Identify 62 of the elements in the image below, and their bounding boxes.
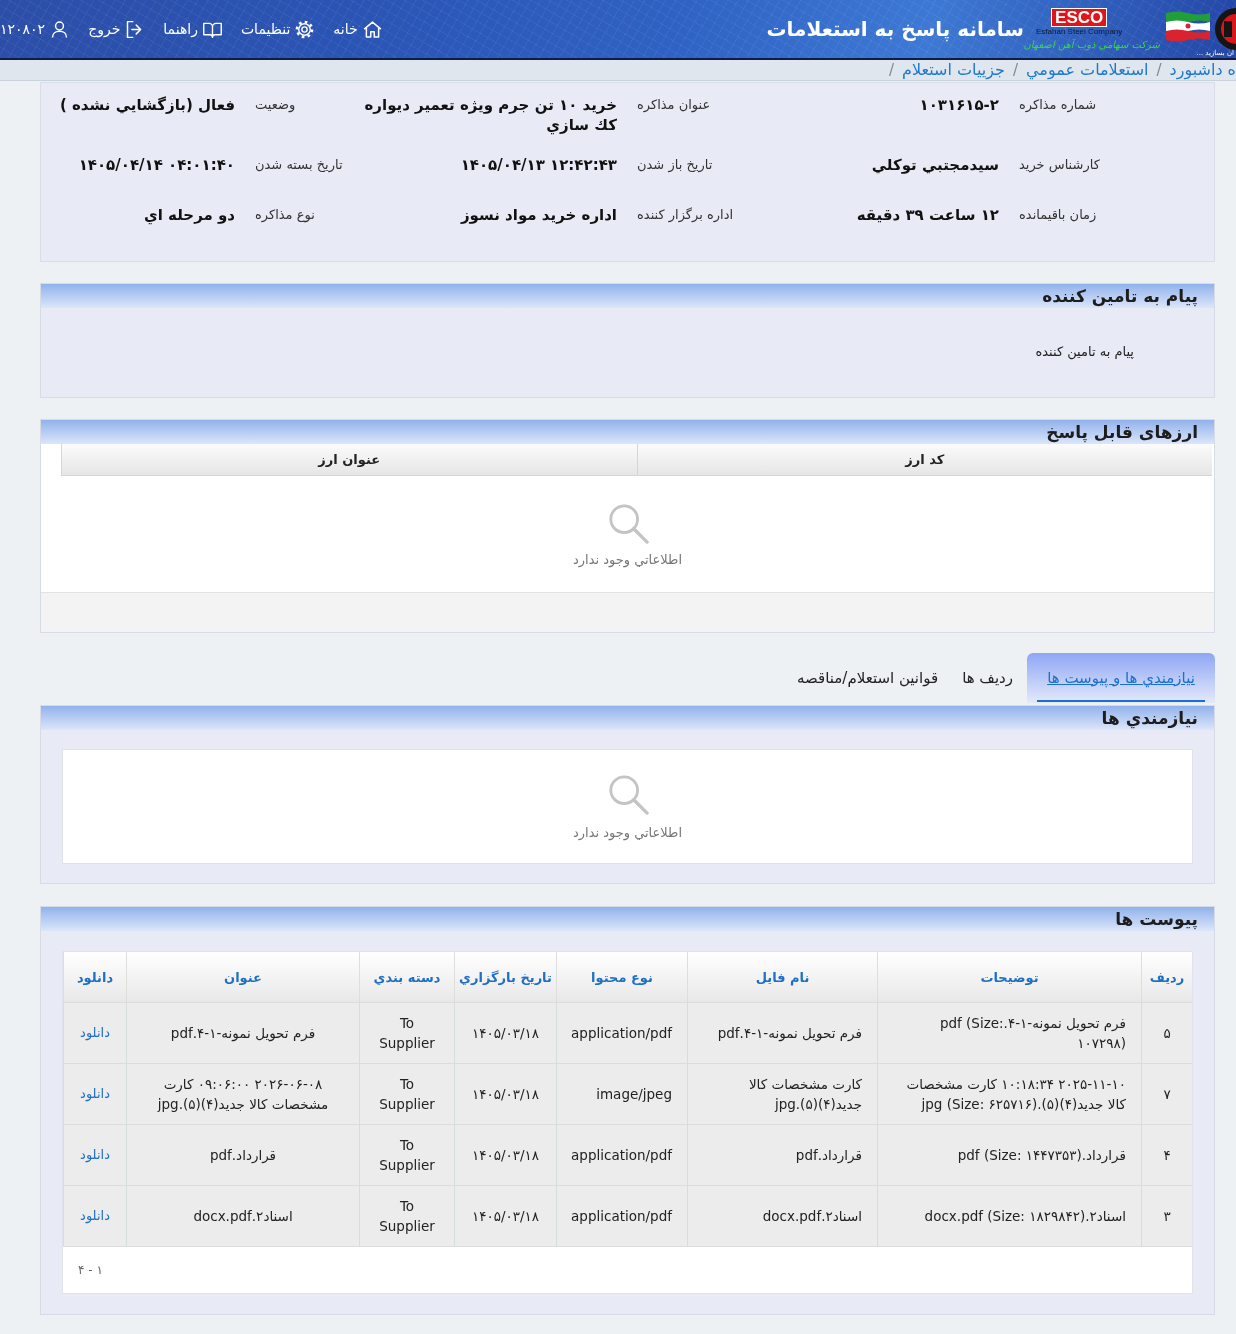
field-label: كارشناس خريد bbox=[1019, 156, 1101, 175]
table-cell: To Supplier bbox=[359, 1186, 454, 1246]
tab[interactable]: قوانين استعلام/مناقصه bbox=[787, 653, 949, 703]
settings-link[interactable]: تنظيمات bbox=[240, 18, 316, 40]
tab[interactable]: رديف ها bbox=[952, 653, 1023, 703]
message-text: پيام به تامين كننده bbox=[1035, 344, 1134, 359]
logout-link[interactable]: خروج bbox=[88, 18, 146, 40]
download-link[interactable]: دانلود bbox=[80, 1023, 110, 1043]
home-link[interactable]: خانه bbox=[333, 18, 383, 40]
download-link[interactable]: دانلود bbox=[80, 1084, 110, 1104]
panel-title: نيازمندي ها bbox=[1101, 708, 1198, 728]
table-cell: اسناد۲.docx.pdf (Size: ۱۸۲۹۸۴۲) bbox=[877, 1186, 1141, 1246]
breadcrumb-link[interactable]: جزييات استعلام bbox=[902, 60, 1005, 80]
field-value: ۱۰۳۱۶۱۵-۲ bbox=[918, 95, 999, 115]
settings-icon bbox=[294, 18, 316, 40]
user-account[interactable]: ۱۲۰۸۰۲ bbox=[0, 18, 71, 40]
download-link[interactable]: دانلود bbox=[80, 1145, 110, 1165]
column-header: كد ارز bbox=[636, 444, 1212, 475]
table-cell: اسناد۲.docx.pdf bbox=[687, 1186, 877, 1246]
empty-message: اطلاعاتي وجود ندارد bbox=[572, 551, 683, 567]
breadcrumb-separator: / bbox=[1156, 60, 1162, 80]
guide-link[interactable]: راهنما bbox=[163, 18, 223, 40]
home-icon bbox=[361, 18, 383, 40]
magnifier-icon bbox=[606, 773, 649, 815]
panel-title: پيام به تامين كننده bbox=[1042, 286, 1198, 306]
field-value: فعال (بازگشايي نشده ) bbox=[58, 95, 235, 115]
breadcrumb-separator: / bbox=[889, 60, 895, 80]
field-value: خريد ۱۰ تن جرم ويژه تعمير ديواره كك سازي bbox=[363, 95, 617, 135]
table-cell: ۳ bbox=[1141, 1186, 1192, 1246]
pagination-info: ۱ - ۴ bbox=[78, 1263, 103, 1277]
field-label: وضعيت bbox=[255, 96, 297, 115]
field-label: اداره برگزار كننده bbox=[637, 206, 735, 225]
logo-subtitle: Esfahan Steel Company bbox=[1036, 27, 1123, 37]
field-label: تاريخ بسته شدن bbox=[255, 156, 344, 175]
field-label: عنوان مذاكره bbox=[637, 96, 712, 115]
app-title: سامانه پاسخ به استعلامات bbox=[766, 17, 1024, 41]
tab[interactable]: نيازمندي ها و پيوست ها bbox=[1027, 653, 1215, 703]
field-value: دو مرحله اي bbox=[143, 205, 235, 225]
empty-message: اطلاعاتي وجود ندارد bbox=[572, 825, 683, 840]
field-value: ۱۲ ساعت ۳۹ دقيقه bbox=[855, 205, 999, 225]
panel-title: پيوست ها bbox=[1115, 909, 1198, 929]
flag-icon bbox=[1166, 10, 1210, 42]
field-label: تاريخ باز شدن bbox=[637, 156, 714, 175]
company-name: شركت سهامي ذوب آهن اصفهان bbox=[1022, 38, 1161, 52]
field-label: زمان باقيمانده bbox=[1019, 206, 1098, 224]
breadcrumb-separator: / bbox=[1012, 60, 1019, 80]
field-value: سيدمجتبي توكلي bbox=[870, 155, 999, 175]
field-value: ۱۴۰۵/۰۴/۱۳ ۱۲:۴۲:۴۳ bbox=[459, 155, 617, 175]
panel-title: ارزهای قابل پاسخ bbox=[1046, 422, 1198, 442]
logo-text: ESCO bbox=[1051, 8, 1108, 27]
column-header: عنوان ارز bbox=[61, 444, 637, 475]
breadcrumb-link[interactable]: استعلامات عمومي bbox=[1026, 60, 1149, 80]
field-label: شماره مذاكره bbox=[1019, 96, 1098, 115]
breadcrumb-link[interactable]: ه داشبورد bbox=[1169, 60, 1236, 80]
magnifier-icon bbox=[606, 501, 649, 544]
table-cell: ۱۴۰۵/۰۳/۱۸ bbox=[454, 1186, 556, 1246]
download-link[interactable]: دانلود bbox=[80, 1206, 110, 1226]
field-label: نوع مذاكره bbox=[255, 206, 316, 225]
field-value: ۱۴۰۵/۰۴/۱۴ ۰۴:۰۱:۴۰ bbox=[77, 155, 235, 175]
table-cell: اسناد۲.docx.pdf bbox=[126, 1186, 359, 1246]
field-value: اداره خريد مواد نسوز bbox=[459, 205, 617, 225]
table-cell: application/pdf bbox=[556, 1186, 687, 1246]
